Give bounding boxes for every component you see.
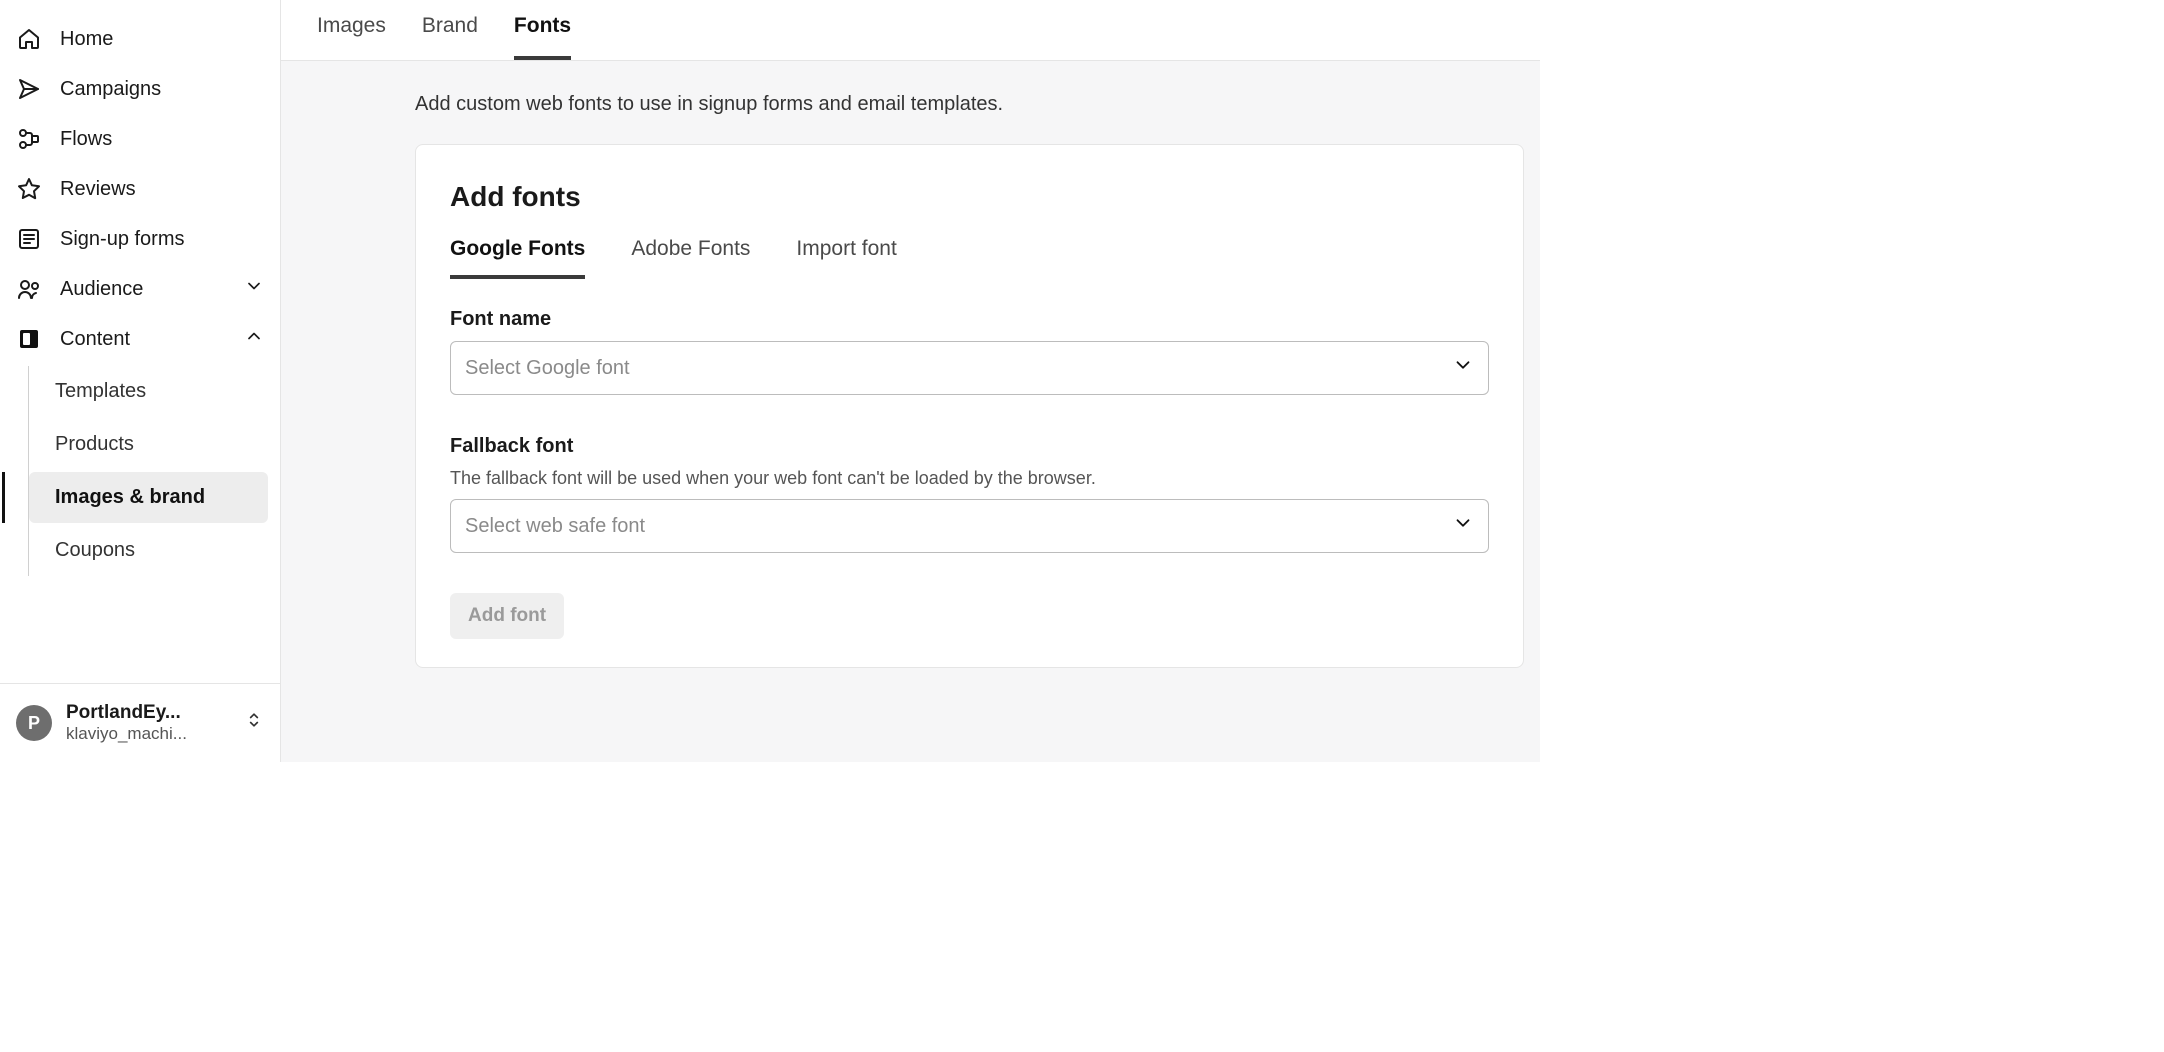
- add-font-button[interactable]: Add font: [450, 593, 564, 639]
- flows-icon: [16, 126, 42, 152]
- account-sub: klaviyo_machi...: [66, 724, 230, 744]
- select-placeholder: Select web safe font: [465, 515, 645, 538]
- nav-reviews[interactable]: Reviews: [0, 164, 280, 214]
- home-icon: [16, 26, 42, 52]
- avatar: P: [16, 705, 52, 741]
- font-name-field: Font name Select Google font: [450, 308, 1489, 395]
- add-fonts-card: Add fonts Google Fonts Adobe Fonts Impor…: [415, 144, 1524, 668]
- subnav-products[interactable]: Products: [29, 419, 268, 470]
- main: Images Brand Fonts Add custom web fonts …: [281, 0, 1540, 762]
- tab-images[interactable]: Images: [317, 14, 386, 60]
- form-icon: [16, 226, 42, 252]
- fallback-label: Fallback font: [450, 435, 1489, 458]
- tab-import-font[interactable]: Import font: [796, 237, 896, 279]
- nav-label: Reviews: [60, 178, 136, 201]
- sort-icon: [244, 710, 264, 736]
- top-tabs: Images Brand Fonts: [281, 0, 1540, 61]
- nav-label: Audience: [60, 278, 143, 301]
- font-source-tabs: Google Fonts Adobe Fonts Import font: [450, 237, 1489, 280]
- nav-audience[interactable]: Audience: [0, 264, 280, 314]
- select-placeholder: Select Google font: [465, 357, 630, 380]
- send-icon: [16, 76, 42, 102]
- nav-campaigns[interactable]: Campaigns: [0, 64, 280, 114]
- font-name-label: Font name: [450, 308, 1489, 331]
- star-icon: [16, 176, 42, 202]
- tab-google-fonts[interactable]: Google Fonts: [450, 237, 585, 279]
- fallback-font-field: Fallback font The fallback font will be …: [450, 435, 1489, 553]
- font-name-select[interactable]: Select Google font: [450, 341, 1489, 395]
- nav-label: Home: [60, 28, 113, 51]
- nav-home[interactable]: Home: [0, 14, 280, 64]
- subnav-images-brand[interactable]: Images & brand: [29, 472, 268, 523]
- nav-label: Sign-up forms: [60, 228, 185, 251]
- subnav-coupons[interactable]: Coupons: [29, 525, 268, 576]
- intro-text: Add custom web fonts to use in signup fo…: [281, 93, 1540, 144]
- subnav-templates[interactable]: Templates: [29, 366, 268, 417]
- nav-signup-forms[interactable]: Sign-up forms: [0, 214, 280, 264]
- tab-brand[interactable]: Brand: [422, 14, 478, 60]
- account-name: PortlandEy...: [66, 702, 230, 724]
- chevron-down-icon: [1452, 512, 1474, 540]
- card-title: Add fonts: [450, 181, 1489, 213]
- content-area: Add custom web fonts to use in signup fo…: [281, 61, 1540, 762]
- chevron-up-icon: [244, 326, 264, 352]
- fallback-select[interactable]: Select web safe font: [450, 499, 1489, 553]
- nav-label: Campaigns: [60, 78, 161, 101]
- tab-adobe-fonts[interactable]: Adobe Fonts: [631, 237, 750, 279]
- nav-flows[interactable]: Flows: [0, 114, 280, 164]
- nav-label: Content: [60, 328, 130, 351]
- account-switcher[interactable]: P PortlandEy... klaviyo_machi...: [0, 683, 280, 762]
- sidebar: Home Campaigns Flows Reviews Sign-up for: [0, 0, 281, 762]
- content-subnav: Templates Products Images & brand Coupon…: [28, 366, 280, 576]
- nav-label: Flows: [60, 128, 112, 151]
- account-text: PortlandEy... klaviyo_machi...: [66, 702, 230, 744]
- nav-list: Home Campaigns Flows Reviews Sign-up for: [0, 14, 280, 578]
- nav-content[interactable]: Content: [0, 314, 280, 364]
- chevron-down-icon: [1452, 354, 1474, 382]
- fallback-help: The fallback font will be used when your…: [450, 468, 1489, 489]
- content-icon: [16, 326, 42, 352]
- chevron-down-icon: [244, 276, 264, 302]
- audience-icon: [16, 276, 42, 302]
- tab-fonts[interactable]: Fonts: [514, 14, 571, 60]
